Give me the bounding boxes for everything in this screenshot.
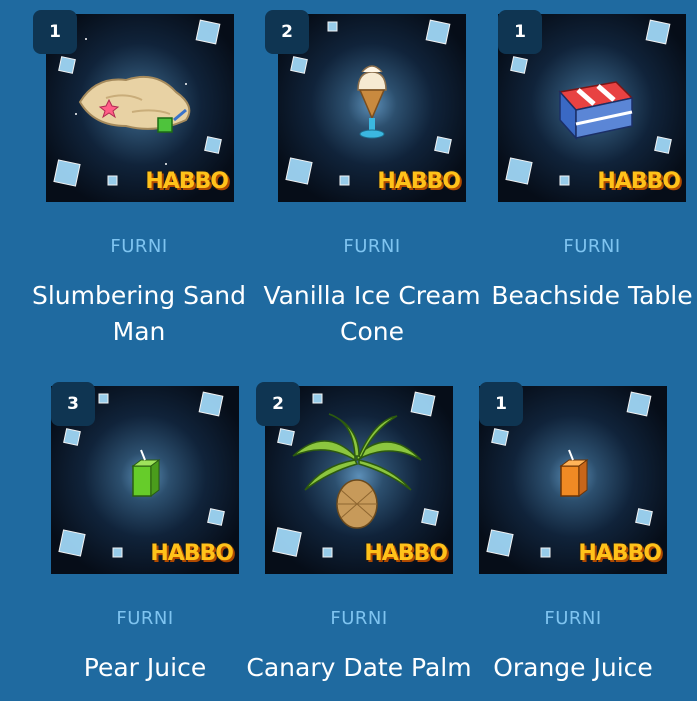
habbo-logo: HABBO bbox=[578, 541, 662, 566]
habbo-logo: HABBO bbox=[145, 169, 229, 194]
habbo-logo: HABBO bbox=[364, 541, 448, 566]
item-name: Orange Juice bbox=[493, 653, 653, 682]
habbo-logo: HABBO bbox=[150, 541, 234, 566]
item-name: Vanilla Ice Cream Cone bbox=[263, 281, 481, 346]
item-type-label: FURNI bbox=[563, 236, 621, 257]
quantity-badge: 1 bbox=[33, 10, 77, 54]
item-name: Beachside Table bbox=[491, 281, 693, 310]
item-name: Pear Juice bbox=[83, 653, 207, 682]
item-type-label: FURNI bbox=[343, 236, 401, 257]
item-type-label: FURNI bbox=[330, 608, 388, 629]
quantity-badge: 1 bbox=[479, 382, 523, 426]
item-type-label: FURNI bbox=[544, 608, 602, 629]
quantity-badge: 2 bbox=[256, 382, 300, 426]
habbo-logo: HABBO bbox=[377, 169, 461, 194]
item-type-label: FURNI bbox=[116, 608, 174, 629]
quantity-badge: 1 bbox=[498, 10, 542, 54]
quantity-badge: 2 bbox=[265, 10, 309, 54]
item-name: Canary Date Palm bbox=[246, 653, 472, 682]
item-name: Slumbering Sand Man bbox=[31, 281, 247, 346]
item-type-label: FURNI bbox=[110, 236, 168, 257]
habbo-logo: HABBO bbox=[597, 169, 681, 194]
quantity-badge: 3 bbox=[51, 382, 95, 426]
